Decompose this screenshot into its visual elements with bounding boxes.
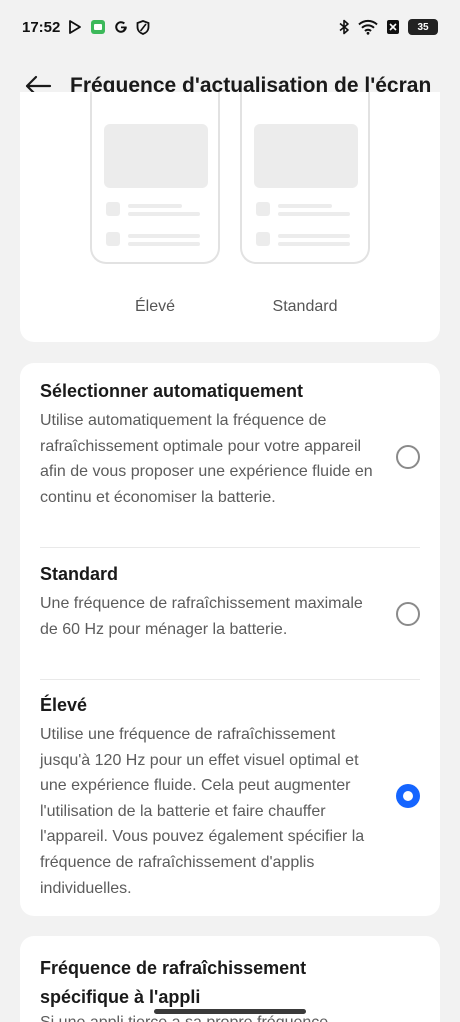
status-right: 35 [338, 19, 438, 35]
standard-preview-label: Standard [272, 298, 338, 315]
refresh-rate-preview-card: Élevé Standard [20, 92, 440, 342]
option-standard[interactable]: Standard Une fréquence de rafraîchisseme… [40, 564, 420, 642]
option-divider [40, 679, 420, 680]
high-preview-label: Élevé [134, 298, 176, 315]
app-specific-title: Fréquence de rafraîchissement spécifique… [40, 958, 307, 1007]
shield-icon [136, 19, 150, 35]
option-auto-title: Sélectionner automatiquement [40, 381, 304, 401]
refresh-rate-options-card: Sélectionner automatiquement Utilise aut… [20, 363, 440, 916]
standard-preview-illustration[interactable] [240, 92, 370, 264]
option-high[interactable]: Élevé Utilise une fréquence de rafraîchi… [40, 695, 420, 901]
status-bar: 17:52 35 [0, 0, 460, 54]
option-standard-radio[interactable] [396, 602, 420, 626]
option-high-description: Utilise une fréquence de rafraîchissemen… [40, 726, 365, 897]
bluetooth-icon [338, 19, 350, 35]
high-preview-illustration[interactable] [90, 92, 220, 264]
status-time: 17:52 [22, 18, 61, 36]
wifi-icon [358, 19, 378, 35]
option-standard-title: Standard [40, 564, 119, 584]
google-icon [114, 20, 128, 34]
option-auto[interactable]: Sélectionner automatiquement Utilise aut… [40, 381, 420, 510]
option-high-title: Élevé [40, 695, 88, 715]
home-indicator[interactable] [154, 1009, 306, 1014]
app-specific-description: Si une appli tierce a sa propre fréquenc… [40, 1014, 420, 1022]
app-icon [90, 19, 106, 35]
option-auto-radio[interactable] [396, 445, 420, 469]
option-high-radio[interactable] [396, 784, 420, 808]
option-divider [40, 547, 420, 548]
status-left: 17:52 [22, 19, 150, 36]
sim-icon [386, 19, 400, 35]
battery-indicator: 35 [408, 19, 438, 35]
option-auto-description: Utilise automatiquement la fréquence de … [40, 412, 373, 506]
play-store-icon [68, 20, 82, 34]
option-standard-description: Une fréquence de rafraîchissement maxima… [40, 595, 363, 638]
